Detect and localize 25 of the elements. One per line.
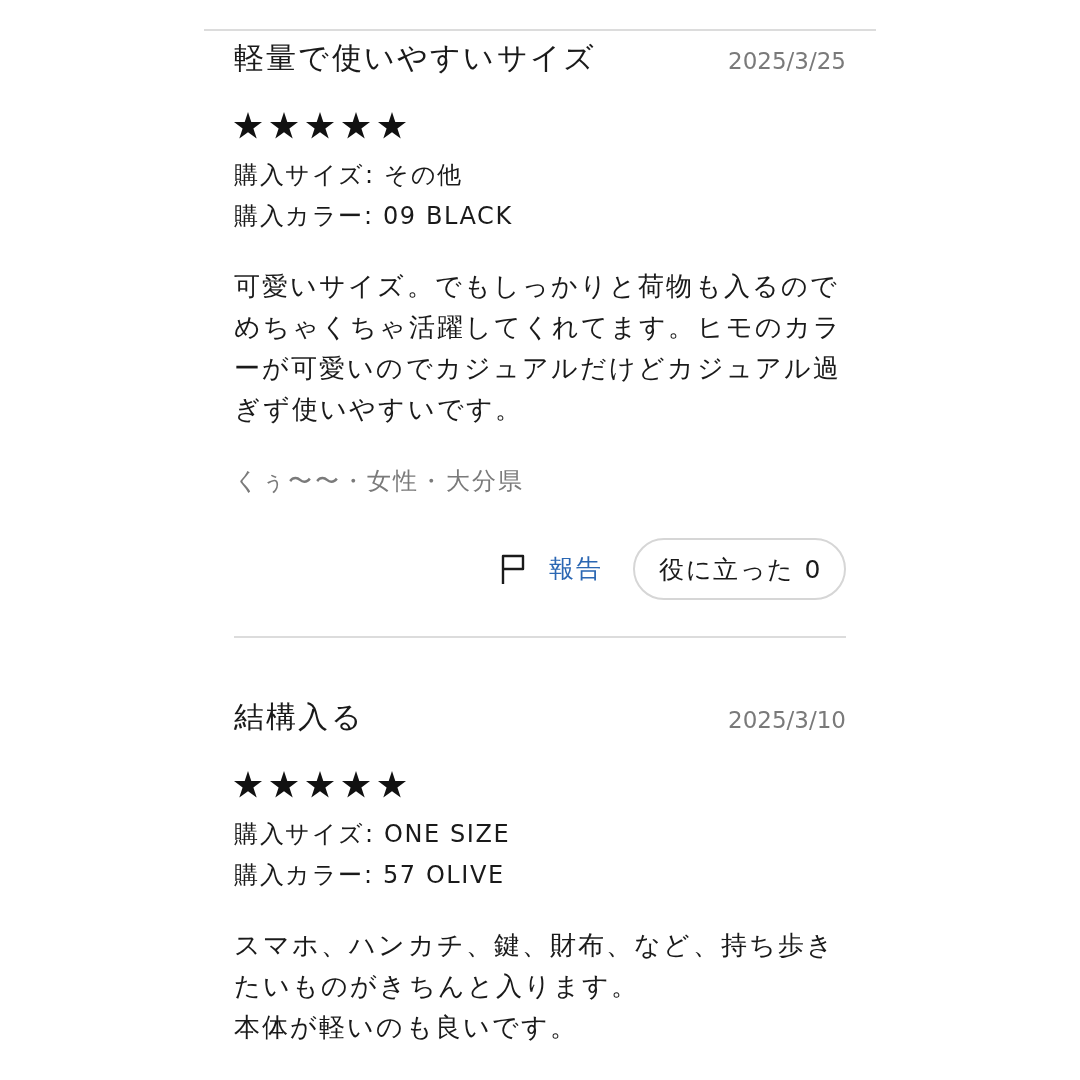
helpful-button[interactable]: 役に立った 0	[632, 538, 846, 600]
star-icon	[234, 112, 262, 139]
review-date: 2025/3/10	[728, 706, 846, 735]
star-icon	[234, 771, 262, 798]
review-title: 軽量で使いやすいサイズ	[234, 39, 597, 77]
review-text: 可愛いサイズ。でもしっかりと荷物も入るのでめちゃくちゃ活躍してくれてます。ヒモのカラーが可愛いのでカジュアルだけどカジュアル過ぎず使いやすいです。	[234, 270, 844, 426]
review-title: 結構入る	[234, 698, 364, 736]
star-icon	[270, 771, 298, 798]
purchase-detail: 購入サイズ: ONE SIZE	[234, 819, 511, 850]
star-icon	[378, 112, 406, 139]
reviewer-info: くぅ〜〜・女性・大分県	[234, 466, 525, 497]
report-button[interactable]: 報告	[500, 552, 603, 586]
purchase-detail: 購入サイズ: その他	[234, 160, 463, 191]
flag-icon	[500, 554, 525, 584]
purchase-detail: 購入カラー: 57 OLIVE	[234, 860, 505, 891]
star-icon	[270, 112, 298, 139]
review-text: スマホ、ハンカチ、鍵、財布、など、持ち歩きたいものがきちんと入ります。	[234, 929, 837, 1003]
star-icon	[306, 771, 334, 798]
star-icon	[378, 771, 406, 798]
star-icon	[306, 112, 334, 139]
star-icon	[342, 112, 370, 139]
review-date: 2025/3/25	[728, 47, 846, 76]
review-text: 本体が軽いのも良いです。	[234, 1011, 580, 1044]
star-icon	[342, 771, 370, 798]
purchase-detail: 購入カラー: 09 BLACK	[234, 201, 513, 232]
